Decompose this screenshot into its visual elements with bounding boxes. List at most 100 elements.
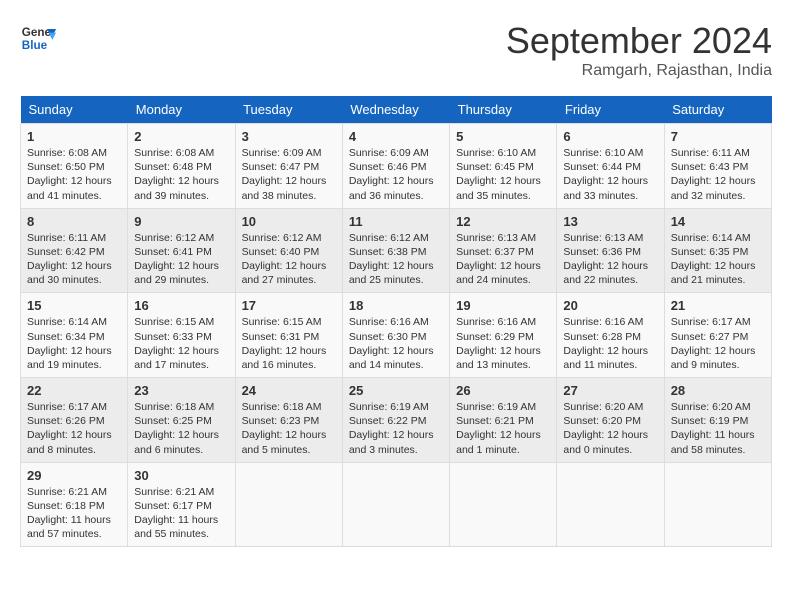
logo-icon: General Blue xyxy=(20,20,56,56)
calendar-cell: 11 Sunrise: 6:12 AM Sunset: 6:38 PM Dayli… xyxy=(342,208,449,293)
day-number: 4 xyxy=(349,129,443,144)
calendar-cell: 25 Sunrise: 6:19 AM Sunset: 6:22 PM Dayli… xyxy=(342,378,449,463)
day-info: Sunrise: 6:09 AM Sunset: 6:46 PM Dayligh… xyxy=(349,146,443,203)
day-number: 27 xyxy=(563,383,657,398)
calendar-table: SundayMondayTuesdayWednesdayThursdayFrid… xyxy=(20,96,772,547)
day-info: Sunrise: 6:12 AM Sunset: 6:40 PM Dayligh… xyxy=(242,231,336,288)
day-number: 3 xyxy=(242,129,336,144)
calendar-cell: 26Sunrise: 6:19 AM Sunset: 6:21 PM Dayli… xyxy=(450,378,557,463)
month-title: September 2024 xyxy=(506,20,772,62)
day-info: Sunrise: 6:16 AM Sunset: 6:28 PM Dayligh… xyxy=(563,315,657,372)
day-info: Sunrise: 6:15 AM Sunset: 6:33 PM Dayligh… xyxy=(134,315,228,372)
day-info: Sunrise: 6:17 AM Sunset: 6:27 PM Dayligh… xyxy=(671,315,765,372)
location-subtitle: Ramgarh, Rajasthan, India xyxy=(506,62,772,80)
col-header-monday: Monday xyxy=(128,96,235,124)
calendar-cell: 24 Sunrise: 6:18 AM Sunset: 6:23 PM Dayli… xyxy=(235,378,342,463)
calendar-week-row: 1 Sunrise: 6:08 AM Sunset: 6:50 PM Daylig… xyxy=(21,124,772,209)
day-info: Sunrise: 6:16 AM Sunset: 6:29 PM Dayligh… xyxy=(456,315,550,372)
calendar-cell: 9 Sunrise: 6:12 AM Sunset: 6:41 PM Daylig… xyxy=(128,208,235,293)
day-number: 9 xyxy=(134,214,228,229)
col-header-saturday: Saturday xyxy=(664,96,771,124)
day-info: Sunrise: 6:18 AM Sunset: 6:23 PM Dayligh… xyxy=(242,400,336,457)
calendar-cell: 29 Sunrise: 6:21 AM Sunset: 6:18 PM Dayli… xyxy=(21,462,128,547)
day-info: Sunrise: 6:13 AM Sunset: 6:36 PM Dayligh… xyxy=(563,231,657,288)
calendar-cell: 23Sunrise: 6:18 AM Sunset: 6:25 PM Dayli… xyxy=(128,378,235,463)
day-number: 1 xyxy=(27,129,121,144)
day-number: 16 xyxy=(134,298,228,313)
day-number: 29 xyxy=(27,468,121,483)
day-info: Sunrise: 6:17 AM Sunset: 6:26 PM Dayligh… xyxy=(27,400,121,457)
calendar-cell xyxy=(235,462,342,547)
calendar-week-row: 29 Sunrise: 6:21 AM Sunset: 6:18 PM Dayli… xyxy=(21,462,772,547)
day-number: 21 xyxy=(671,298,765,313)
logo: General Blue xyxy=(20,20,56,56)
day-number: 14 xyxy=(671,214,765,229)
calendar-cell: 2 Sunrise: 6:08 AM Sunset: 6:48 PM Daylig… xyxy=(128,124,235,209)
day-info: Sunrise: 6:10 AM Sunset: 6:44 PM Dayligh… xyxy=(563,146,657,203)
calendar-cell: 7 Sunrise: 6:11 AM Sunset: 6:43 PM Daylig… xyxy=(664,124,771,209)
calendar-cell: 12 Sunrise: 6:13 AM Sunset: 6:37 PM Dayli… xyxy=(450,208,557,293)
day-number: 10 xyxy=(242,214,336,229)
day-info: Sunrise: 6:20 AM Sunset: 6:20 PM Dayligh… xyxy=(563,400,657,457)
day-number: 25 xyxy=(349,383,443,398)
calendar-cell: 3 Sunrise: 6:09 AM Sunset: 6:47 PM Daylig… xyxy=(235,124,342,209)
calendar-cell: 6 Sunrise: 6:10 AM Sunset: 6:44 PM Daylig… xyxy=(557,124,664,209)
day-number: 6 xyxy=(563,129,657,144)
day-info: Sunrise: 6:14 AM Sunset: 6:34 PM Dayligh… xyxy=(27,315,121,372)
day-number: 24 xyxy=(242,383,336,398)
calendar-cell: 13Sunrise: 6:13 AM Sunset: 6:36 PM Dayli… xyxy=(557,208,664,293)
day-info: Sunrise: 6:14 AM Sunset: 6:35 PM Dayligh… xyxy=(671,231,765,288)
calendar-cell: 22 Sunrise: 6:17 AM Sunset: 6:26 PM Dayli… xyxy=(21,378,128,463)
calendar-cell xyxy=(664,462,771,547)
col-header-thursday: Thursday xyxy=(450,96,557,124)
calendar-cell: 10 Sunrise: 6:12 AM Sunset: 6:40 PM Dayli… xyxy=(235,208,342,293)
day-info: Sunrise: 6:08 AM Sunset: 6:50 PM Dayligh… xyxy=(27,146,121,203)
calendar-cell: 28Sunrise: 6:20 AM Sunset: 6:19 PM Dayli… xyxy=(664,378,771,463)
calendar-week-row: 22 Sunrise: 6:17 AM Sunset: 6:26 PM Dayli… xyxy=(21,378,772,463)
day-info: Sunrise: 6:12 AM Sunset: 6:38 PM Dayligh… xyxy=(349,231,443,288)
day-number: 17 xyxy=(242,298,336,313)
calendar-cell: 21 Sunrise: 6:17 AM Sunset: 6:27 PM Dayli… xyxy=(664,293,771,378)
day-number: 7 xyxy=(671,129,765,144)
calendar-cell: 30Sunrise: 6:21 AM Sunset: 6:17 PM Dayli… xyxy=(128,462,235,547)
day-info: Sunrise: 6:08 AM Sunset: 6:48 PM Dayligh… xyxy=(134,146,228,203)
calendar-cell: 15 Sunrise: 6:14 AM Sunset: 6:34 PM Dayli… xyxy=(21,293,128,378)
calendar-cell: 19 Sunrise: 6:16 AM Sunset: 6:29 PM Dayli… xyxy=(450,293,557,378)
col-header-wednesday: Wednesday xyxy=(342,96,449,124)
calendar-week-row: 15 Sunrise: 6:14 AM Sunset: 6:34 PM Dayli… xyxy=(21,293,772,378)
day-info: Sunrise: 6:19 AM Sunset: 6:21 PM Dayligh… xyxy=(456,400,550,457)
day-number: 5 xyxy=(456,129,550,144)
calendar-cell: 8Sunrise: 6:11 AM Sunset: 6:42 PM Daylig… xyxy=(21,208,128,293)
day-number: 19 xyxy=(456,298,550,313)
day-info: Sunrise: 6:15 AM Sunset: 6:31 PM Dayligh… xyxy=(242,315,336,372)
day-info: Sunrise: 6:21 AM Sunset: 6:17 PM Dayligh… xyxy=(134,485,228,542)
calendar-cell xyxy=(557,462,664,547)
day-info: Sunrise: 6:13 AM Sunset: 6:37 PM Dayligh… xyxy=(456,231,550,288)
day-info: Sunrise: 6:09 AM Sunset: 6:47 PM Dayligh… xyxy=(242,146,336,203)
col-header-sunday: Sunday xyxy=(21,96,128,124)
day-number: 12 xyxy=(456,214,550,229)
day-info: Sunrise: 6:19 AM Sunset: 6:22 PM Dayligh… xyxy=(349,400,443,457)
day-number: 8 xyxy=(27,214,121,229)
calendar-week-row: 8Sunrise: 6:11 AM Sunset: 6:42 PM Daylig… xyxy=(21,208,772,293)
day-info: Sunrise: 6:20 AM Sunset: 6:19 PM Dayligh… xyxy=(671,400,765,457)
day-number: 18 xyxy=(349,298,443,313)
day-number: 11 xyxy=(349,214,443,229)
calendar-cell: 4 Sunrise: 6:09 AM Sunset: 6:46 PM Daylig… xyxy=(342,124,449,209)
day-number: 2 xyxy=(134,129,228,144)
calendar-cell: 17 Sunrise: 6:15 AM Sunset: 6:31 PM Dayli… xyxy=(235,293,342,378)
day-number: 22 xyxy=(27,383,121,398)
calendar-header-row: SundayMondayTuesdayWednesdayThursdayFrid… xyxy=(21,96,772,124)
col-header-tuesday: Tuesday xyxy=(235,96,342,124)
day-number: 23 xyxy=(134,383,228,398)
calendar-cell: 20Sunrise: 6:16 AM Sunset: 6:28 PM Dayli… xyxy=(557,293,664,378)
day-info: Sunrise: 6:21 AM Sunset: 6:18 PM Dayligh… xyxy=(27,485,121,542)
calendar-cell: 1 Sunrise: 6:08 AM Sunset: 6:50 PM Daylig… xyxy=(21,124,128,209)
day-number: 15 xyxy=(27,298,121,313)
day-info: Sunrise: 6:11 AM Sunset: 6:43 PM Dayligh… xyxy=(671,146,765,203)
day-info: Sunrise: 6:12 AM Sunset: 6:41 PM Dayligh… xyxy=(134,231,228,288)
col-header-friday: Friday xyxy=(557,96,664,124)
calendar-cell: 16 Sunrise: 6:15 AM Sunset: 6:33 PM Dayli… xyxy=(128,293,235,378)
day-info: Sunrise: 6:16 AM Sunset: 6:30 PM Dayligh… xyxy=(349,315,443,372)
calendar-cell: 14 Sunrise: 6:14 AM Sunset: 6:35 PM Dayli… xyxy=(664,208,771,293)
